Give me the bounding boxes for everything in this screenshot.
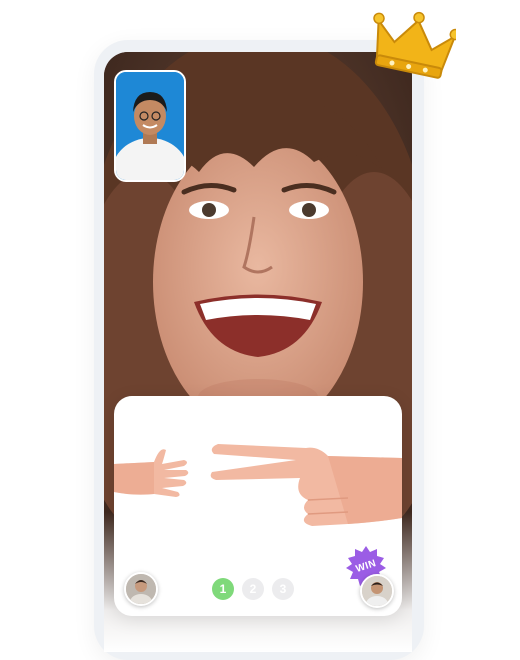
round-indicator: 1 2 3 (212, 578, 294, 600)
open-hand-icon (114, 436, 190, 512)
round-dot-3: 3 (272, 578, 294, 600)
round-dot-2: 2 (242, 578, 264, 600)
player-avatar[interactable] (360, 574, 394, 608)
crown-icon (370, 6, 456, 86)
opponent-avatar[interactable] (124, 572, 158, 606)
scissors-hand-icon (208, 438, 402, 530)
round-dot-1: 1 (212, 578, 234, 600)
video-call-screen: 1 2 3 WIN (104, 52, 412, 652)
rock-paper-scissors-card: 1 2 3 WIN (114, 396, 402, 616)
self-view-video[interactable] (114, 70, 186, 182)
